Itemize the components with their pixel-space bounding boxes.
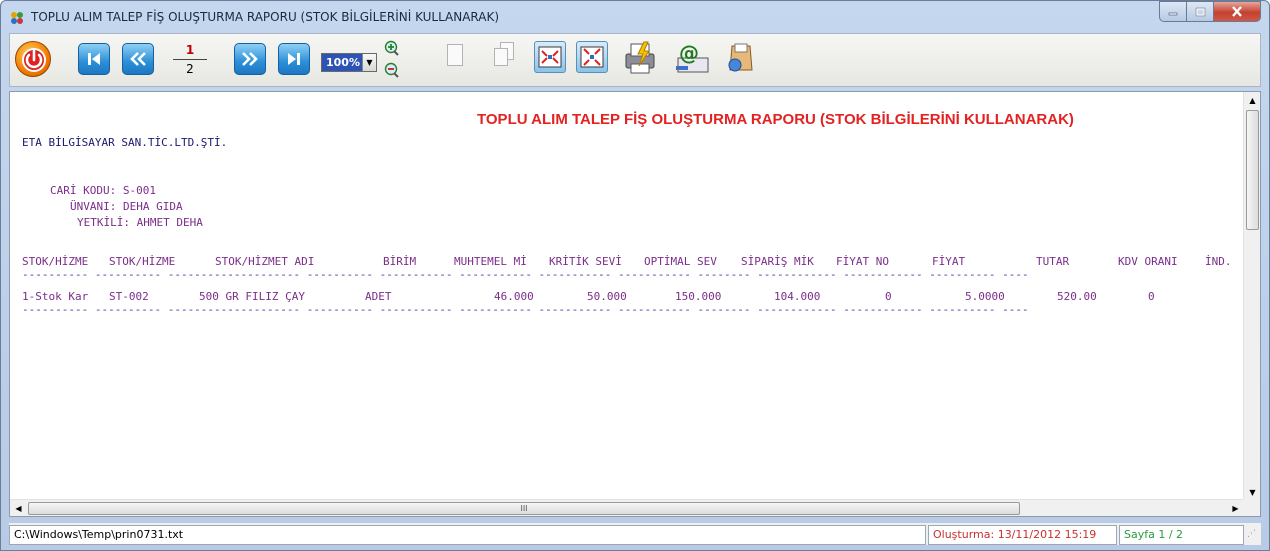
next-page-icon	[242, 52, 258, 66]
vertical-scrollbar[interactable]: ▲ ▼	[1243, 92, 1260, 501]
multi-page-button[interactable]	[494, 42, 516, 68]
chevron-right-icon: ▶	[1232, 504, 1239, 513]
header-separator: ---------- ---------- ------------------…	[22, 268, 1029, 281]
horizontal-scroll-thumb[interactable]: III	[28, 502, 1020, 515]
col-header-birim: BİRİM	[383, 255, 417, 268]
col-header-kritik: KRİTİK SEVİ	[549, 255, 622, 268]
cell-siparis: 104.000	[774, 290, 821, 303]
minimize-button[interactable]	[1159, 1, 1187, 22]
col-header-siparis: SİPARİŞ MİK	[741, 255, 814, 268]
last-page-button[interactable]	[278, 43, 310, 75]
zoom-select[interactable]: 100% ▼	[321, 53, 377, 72]
chevron-up-icon: ▲	[1249, 96, 1256, 105]
report-preview[interactable]: TOPLU ALIM TALEP FİŞ OLUŞTURMA RAPORU (S…	[9, 91, 1261, 517]
col-header-muhtemel: MUHTEMEL Mİ	[454, 255, 527, 268]
last-page-icon	[288, 53, 300, 65]
scroll-grip: III	[520, 504, 528, 513]
cell-tutar: 520.00	[1057, 290, 1097, 303]
zoom-out-button[interactable]	[382, 62, 400, 80]
scroll-left-button[interactable]: ◀	[10, 500, 27, 516]
save-button[interactable]	[722, 40, 758, 76]
scroll-corner	[1243, 499, 1260, 516]
cell-optimal: 150.000	[675, 290, 722, 303]
current-page-number: 1	[185, 43, 195, 57]
horizontal-scrollbar[interactable]: ◀ III ▶	[10, 499, 1244, 516]
page-divider	[173, 59, 207, 60]
col-header-stok-kodu: STOK/HİZME	[22, 255, 89, 268]
cell-birim: ADET	[365, 290, 392, 303]
window-controls	[1159, 1, 1261, 22]
cell-stok-kodu: 1-Stok Kar	[22, 290, 89, 303]
yetkili: YETKİLİ: AHMET DEHA	[77, 216, 203, 229]
maximize-icon	[1195, 7, 1205, 16]
email-button[interactable]: @	[672, 40, 712, 76]
print-button[interactable]	[622, 40, 660, 76]
minimize-icon	[1168, 12, 1178, 15]
power-icon	[22, 48, 46, 72]
fit-width-button[interactable]	[534, 41, 566, 73]
col-header-ind: İND.	[1205, 255, 1232, 268]
zoom-in-icon	[384, 40, 399, 56]
total-pages-number: 2	[186, 62, 194, 76]
chevron-left-icon: ◀	[15, 504, 22, 513]
col-header-kdv: KDV ORANI	[1118, 255, 1178, 268]
first-page-icon	[88, 53, 100, 65]
zoom-out-icon	[384, 62, 399, 78]
col-header-fiyat: FİYAT	[932, 255, 966, 268]
cell-stok-kodu-2: ST-002	[109, 290, 149, 303]
report-title: TOPLU ALIM TALEP FİŞ OLUŞTURMA RAPORU (S…	[477, 111, 1074, 128]
resize-grip-icon[interactable]: ⋰	[1247, 529, 1259, 543]
company-name: ETA BİLGİSAYAR SAN.TİC.LTD.ŞTİ.	[22, 136, 228, 149]
fit-width-icon	[538, 46, 562, 68]
col-header-optimal: OPTİMAL SEV	[644, 255, 717, 268]
print-icon	[625, 41, 655, 74]
fit-page-icon	[580, 46, 604, 68]
email-icon: @	[676, 41, 709, 73]
unvani: ÜNVANI: DEHA GIDA	[70, 200, 183, 213]
col-header-fiyat-no: FİYAT NO	[836, 255, 889, 268]
col-header-stok-adi: STOK/HİZMET ADI	[215, 255, 315, 268]
single-page-button[interactable]	[447, 44, 463, 66]
svg-text:@: @	[679, 41, 699, 65]
footer-separator: ---------- ---------- ------------------…	[22, 303, 1029, 316]
scroll-up-button[interactable]: ▲	[1245, 92, 1260, 109]
status-bar: C:\Windows\Temp\prin0731.txt Oluşturma: …	[9, 523, 1261, 545]
first-page-button[interactable]	[78, 43, 110, 75]
previous-page-icon	[130, 52, 146, 66]
save-icon	[728, 43, 753, 72]
page-indicator: 1 2	[173, 42, 207, 78]
zoom-value: 100%	[322, 54, 362, 71]
close-button[interactable]	[1214, 1, 1261, 22]
fit-page-button[interactable]	[576, 41, 608, 73]
close-icon	[1232, 6, 1242, 17]
col-header-stok-kodu-2: STOK/HİZME	[109, 255, 176, 268]
zoom-in-button[interactable]	[382, 40, 400, 58]
cell-kritik: 50.000	[587, 290, 627, 303]
title-bar[interactable]: TOPLU ALIM TALEP FİŞ OLUŞTURMA RAPORU (S…	[1, 1, 1269, 33]
chevron-down-icon: ▼	[362, 54, 376, 71]
cell-fiyat-no: 0	[885, 290, 892, 303]
window-title: TOPLU ALIM TALEP FİŞ OLUŞTURMA RAPORU (S…	[31, 10, 500, 24]
cari-kodu: CARİ KODU: S-001	[50, 184, 156, 197]
toolbar: 1 2 100% ▼ @	[9, 33, 1261, 87]
previous-page-button[interactable]	[122, 43, 154, 75]
cell-muhtemel: 46.000	[494, 290, 534, 303]
scroll-right-button[interactable]: ▶	[1227, 500, 1244, 516]
cell-fiyat: 5.0000	[965, 290, 1005, 303]
chevron-down-icon: ▼	[1249, 488, 1256, 497]
exit-button[interactable]	[15, 41, 51, 77]
vertical-scroll-thumb[interactable]	[1246, 110, 1259, 230]
maximize-button[interactable]	[1187, 1, 1214, 22]
status-created: Oluşturma: 13/11/2012 15:19	[928, 525, 1117, 545]
status-page: Sayfa 1 / 2	[1119, 525, 1244, 545]
report-window: TOPLU ALIM TALEP FİŞ OLUŞTURMA RAPORU (S…	[0, 0, 1270, 551]
status-file-path: C:\Windows\Temp\prin0731.txt	[9, 525, 926, 545]
cell-stok-adi: 500 GR FILIZ ÇAY	[199, 290, 305, 303]
col-header-tutar: TUTAR	[1036, 255, 1070, 268]
app-icon	[11, 12, 23, 24]
next-page-button[interactable]	[234, 43, 266, 75]
cell-kdv: 0	[1148, 290, 1155, 303]
